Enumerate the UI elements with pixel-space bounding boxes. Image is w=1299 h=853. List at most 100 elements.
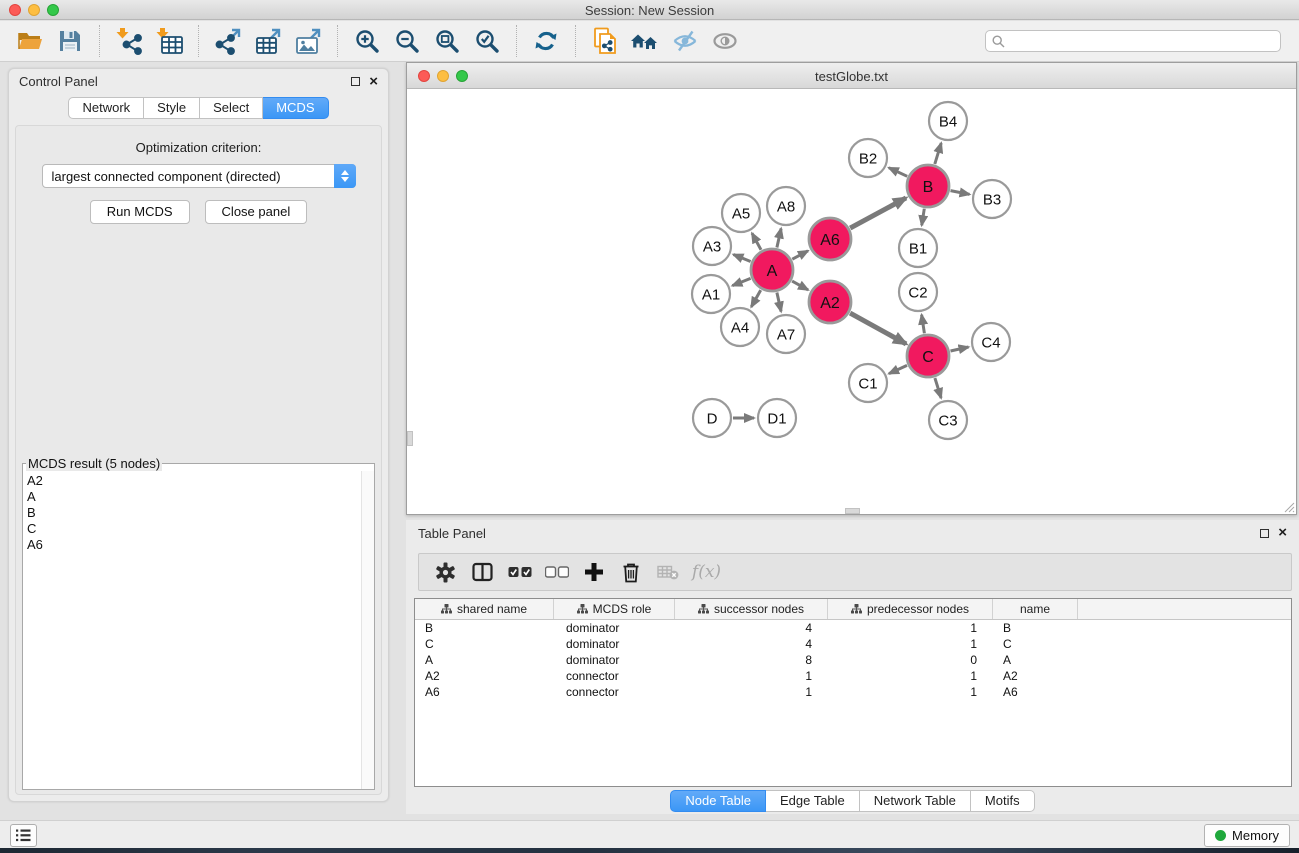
task-history-button[interactable]	[10, 824, 37, 847]
open-file-button[interactable]	[12, 25, 48, 57]
node-B1[interactable]: B1	[899, 229, 937, 267]
edge-A-A8[interactable]	[777, 229, 781, 248]
edge-A-A7[interactable]	[777, 293, 781, 312]
table-float-panel-icon[interactable]	[1260, 529, 1269, 538]
node-C1[interactable]: C1	[849, 364, 887, 402]
resize-grip-icon[interactable]	[1282, 500, 1295, 513]
edge-A-A4[interactable]	[751, 290, 760, 307]
float-panel-icon[interactable]	[351, 77, 360, 86]
search-field[interactable]	[985, 30, 1281, 52]
table-cell[interactable]: A6	[993, 684, 1078, 700]
edge-A-A3[interactable]	[733, 255, 750, 262]
table-cell[interactable]: A	[415, 652, 554, 668]
function-builder-button[interactable]: f(x)	[686, 557, 723, 587]
node-C[interactable]: C	[907, 335, 949, 377]
column-header-shared-name[interactable]: shared name	[415, 599, 554, 619]
edge-A-A1[interactable]	[732, 278, 750, 285]
column-header-predecessor-nodes[interactable]: predecessor nodes	[828, 599, 993, 619]
node-A2[interactable]: A2	[809, 281, 851, 323]
node-A[interactable]: A	[751, 249, 793, 291]
run-mcds-button[interactable]: Run MCDS	[90, 200, 190, 224]
tab-edge-table[interactable]: Edge Table	[766, 790, 860, 812]
table-cell[interactable]: A2	[993, 668, 1078, 684]
tab-motifs[interactable]: Motifs	[971, 790, 1035, 812]
table-cell[interactable]: A6	[415, 684, 554, 700]
edge-B-B2[interactable]	[889, 168, 907, 177]
edge-A-A2[interactable]	[792, 281, 808, 290]
node-D[interactable]: D	[693, 399, 731, 437]
edge-A-A6[interactable]	[792, 251, 808, 259]
edge-C-C2[interactable]	[922, 315, 925, 334]
edge-C-C4[interactable]	[951, 347, 969, 351]
hide-selected-button[interactable]	[667, 25, 703, 57]
table-row[interactable]: A2connector11A2	[415, 668, 1291, 684]
network-hscroll-thumb[interactable]	[845, 508, 860, 514]
mcds-result-item[interactable]: A6	[27, 537, 361, 553]
node-A7[interactable]: A7	[767, 315, 805, 353]
table-cell[interactable]: dominator	[554, 652, 675, 668]
show-all-networks-button[interactable]	[627, 25, 663, 57]
table-cell[interactable]: 0	[828, 652, 993, 668]
table-cell[interactable]: connector	[554, 684, 675, 700]
table-cell[interactable]: dominator	[554, 620, 675, 636]
node-B4[interactable]: B4	[929, 102, 967, 140]
table-cell[interactable]: C	[415, 636, 554, 652]
new-network-from-selection-button[interactable]	[587, 25, 623, 57]
tab-network-table[interactable]: Network Table	[860, 790, 971, 812]
table-cell[interactable]: 1	[828, 684, 993, 700]
table-row[interactable]: Bdominator41B	[415, 620, 1291, 636]
table-cell[interactable]: dominator	[554, 636, 675, 652]
table-cell[interactable]: connector	[554, 668, 675, 684]
export-table-button[interactable]	[250, 25, 286, 57]
tab-style[interactable]: Style	[144, 97, 200, 119]
tab-select[interactable]: Select	[200, 97, 263, 119]
delete-column-button[interactable]	[612, 557, 649, 587]
export-image-button[interactable]	[290, 25, 326, 57]
node-A6[interactable]: A6	[809, 218, 851, 260]
column-header-successor-nodes[interactable]: successor nodes	[675, 599, 828, 619]
create-column-button[interactable]	[575, 557, 612, 587]
table-cell[interactable]: B	[415, 620, 554, 636]
zoom-out-button[interactable]	[389, 25, 425, 57]
table-cell[interactable]: B	[993, 620, 1078, 636]
table-cell[interactable]: 1	[828, 636, 993, 652]
table-row[interactable]: A6connector11A6	[415, 684, 1291, 700]
import-network-button[interactable]	[111, 25, 147, 57]
zoom-in-button[interactable]	[349, 25, 385, 57]
memory-button[interactable]: Memory	[1204, 824, 1290, 847]
zoom-selected-button[interactable]	[469, 25, 505, 57]
node-C2[interactable]: C2	[899, 273, 937, 311]
node-B2[interactable]: B2	[849, 139, 887, 177]
table-settings-button[interactable]	[427, 557, 464, 587]
table-close-panel-icon[interactable]: ×	[1278, 528, 1287, 538]
tab-network[interactable]: Network	[68, 97, 144, 119]
edge-A6-B[interactable]	[850, 198, 906, 228]
node-A5[interactable]: A5	[722, 194, 760, 232]
node-A3[interactable]: A3	[693, 227, 731, 265]
import-table-button[interactable]	[151, 25, 187, 57]
table-cell[interactable]: A	[993, 652, 1078, 668]
optimization-criterion-select[interactable]: largest connected component (directed)	[42, 164, 356, 188]
mcds-result-item[interactable]: C	[27, 521, 361, 537]
export-network-button[interactable]	[210, 25, 246, 57]
node-C3[interactable]: C3	[929, 401, 967, 439]
column-header-name[interactable]: name	[993, 599, 1078, 619]
show-column-panel-button[interactable]	[464, 557, 501, 587]
tab-node-table[interactable]: Node Table	[670, 790, 766, 812]
table-cell[interactable]: 8	[675, 652, 828, 668]
column-header-MCDS-role[interactable]: MCDS role	[554, 599, 675, 619]
show-selected-button[interactable]	[707, 25, 743, 57]
mcds-result-item[interactable]: A2	[27, 473, 361, 489]
save-session-button[interactable]	[52, 25, 88, 57]
network-canvas[interactable]: B4B2BB3A8A5A6A3B1AC2A1A2A4A7C4CC1C3DD1	[407, 89, 1296, 514]
node-A1[interactable]: A1	[692, 275, 730, 313]
mcds-list-scrollbar[interactable]	[361, 471, 374, 789]
node-A8[interactable]: A8	[767, 187, 805, 225]
node-A4[interactable]: A4	[721, 308, 759, 346]
delete-table-button[interactable]	[649, 557, 686, 587]
close-panel-button[interactable]: Close panel	[205, 200, 308, 224]
tab-mcds[interactable]: MCDS	[263, 97, 328, 119]
table-cell[interactable]: 4	[675, 620, 828, 636]
deselect-all-columns-button[interactable]	[538, 557, 575, 587]
table-cell[interactable]: C	[993, 636, 1078, 652]
